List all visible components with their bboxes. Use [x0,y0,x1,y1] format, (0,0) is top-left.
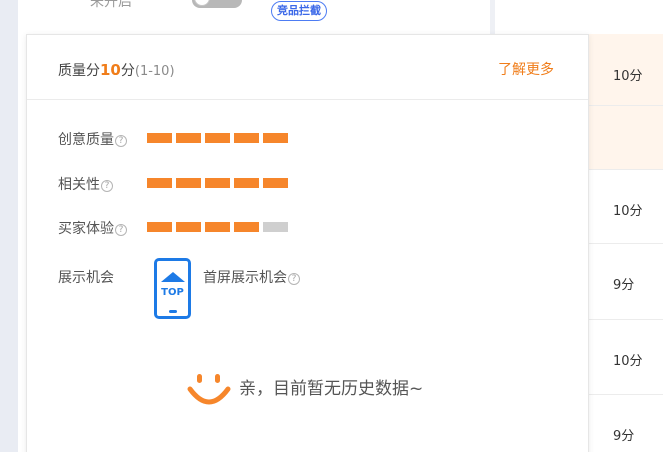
metric-buyer-experience: 买家体验? [58,218,127,238]
metric-label: 买家体验 [58,221,114,237]
bar-segment-filled [176,178,201,188]
score-value: 9分 [613,278,635,293]
metric-label: 相关性 [58,177,100,193]
help-icon[interactable]: ? [115,224,127,236]
score-value: 9分 [613,429,635,444]
quality-score-popover: 质量分10分(1-10) 了解更多 创意质量? 相关性? 买家体验? 展示机会 … [26,34,589,452]
quality-score-value: 10 [100,61,121,79]
score-unit: 分 [120,63,135,79]
metric-creative-quality: 创意质量? [58,129,127,149]
bar-segment-filled [176,133,201,143]
competitor-tag: 竞品拦截 [271,1,327,21]
score-value: 10分 [613,204,643,219]
help-icon[interactable]: ? [115,135,127,147]
score-range: (1-10) [134,64,175,79]
bar-segment-filled [234,222,259,232]
bar-segment-filled [147,133,172,143]
score-value: 10分 [613,69,643,84]
exposure-label: 展示机会 [58,270,114,286]
bar-segment-filled [147,178,172,188]
metric-label: 创意质量 [58,132,114,148]
metric-relevance: 相关性? [58,174,113,194]
bar-segment-filled [234,133,259,143]
title-prefix: 质量分 [58,63,100,79]
empty-history-message: 亲，目前暂无历史数据~ [239,379,424,399]
phone-home-button [169,310,177,313]
phone-icon-text: TOP [161,287,184,298]
bar-segment-empty [263,222,288,232]
score-value: 10分 [613,354,643,369]
toggle-knob [194,0,210,6]
smile-icon [187,374,231,405]
phone-top-icon: TOP [154,258,191,319]
exposure-value: 首屏展示机会? [203,267,300,287]
bar-segment-filled [205,178,230,188]
quality-score-title: 质量分10分(1-10) [58,60,175,80]
bar-segment-filled [205,133,230,143]
bar-segment-filled [263,133,288,143]
bar-segment-filled [234,178,259,188]
status-toggle[interactable] [192,0,242,8]
exposure-value-text: 首屏展示机会 [203,270,287,286]
background-row: 未开启 竞品拦截 [18,0,490,34]
help-icon[interactable]: ? [101,180,113,192]
bar-segment-filled [176,222,201,232]
left-strip [0,0,18,452]
help-icon[interactable]: ? [288,273,300,285]
learn-more-link[interactable]: 了解更多 [498,59,554,79]
status-label: 未开启 [90,0,132,10]
up-arrow-icon [161,272,185,282]
popover-header: 质量分10分(1-10) 了解更多 [27,35,588,100]
bar-segment-filled [147,222,172,232]
bar-segment-filled [205,222,230,232]
bar-segment-filled [263,178,288,188]
